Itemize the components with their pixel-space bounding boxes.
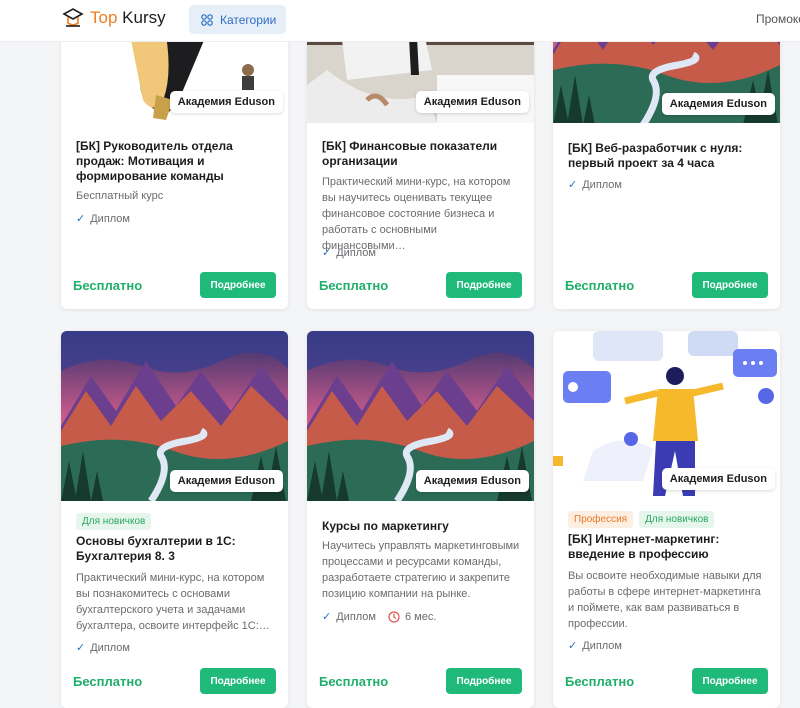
course-card[interactable]: Академия Eduson [БК] Веб-разработчик с н… <box>553 0 780 309</box>
details-button[interactable]: Подробнее <box>446 668 522 694</box>
course-meta: ✓ Диплом <box>322 246 376 260</box>
details-button[interactable]: Подробнее <box>446 272 522 298</box>
course-title[interactable]: Курсы по маркетингу <box>322 519 522 534</box>
promo-link[interactable]: Промокоды <box>756 12 800 26</box>
course-price: Бесплатно <box>565 278 635 293</box>
details-button[interactable]: Подробнее <box>692 272 768 298</box>
course-meta: ✓ Диплом <box>76 641 130 655</box>
beginner-badge: Для новичков <box>639 511 715 528</box>
graduation-cap-icon <box>62 8 84 27</box>
course-card[interactable]: Академия Eduson Курсы по маркетингу Науч… <box>307 331 534 708</box>
course-price: Бесплатно <box>319 278 389 293</box>
course-description: Бесплатный курс <box>76 190 164 202</box>
top-header: Top Kursy Категории Промокоды <box>0 0 800 42</box>
logo-top-text: Top <box>90 8 118 27</box>
course-price: Бесплатно <box>319 674 389 689</box>
provider-badge: Академия Eduson <box>415 91 529 113</box>
course-price: Бесплатно <box>73 278 143 293</box>
course-meta: ✓ Диплом <box>568 639 622 653</box>
check-icon: ✓ <box>322 611 332 623</box>
course-title[interactable]: [БК] Финансовые показатели организации <box>322 139 522 169</box>
course-price: Бесплатно <box>73 674 143 689</box>
diploma-label: Диплом <box>336 246 376 259</box>
diploma-label: Диплом <box>582 639 622 652</box>
provider-badge: Академия Eduson <box>661 93 775 115</box>
course-title[interactable]: [БК] Руководитель отдела продаж: Мотивац… <box>76 139 276 184</box>
provider-badge: Академия Eduson <box>169 470 283 492</box>
course-card[interactable]: Академия Eduson [БК] Руководитель отдела… <box>61 0 288 309</box>
clock-icon <box>388 610 400 623</box>
check-icon: ✓ <box>76 213 86 225</box>
provider-badge: Академия Eduson <box>415 470 529 492</box>
diploma-label: Диплом <box>90 212 130 225</box>
details-button[interactable]: Подробнее <box>200 272 276 298</box>
provider-badge: Академия Eduson <box>661 468 775 490</box>
profession-badge: Профессия <box>568 511 634 528</box>
check-icon: ✓ <box>568 640 578 652</box>
course-description: Практический мини-курс, на котором вы по… <box>76 572 270 632</box>
grid-icon <box>201 13 213 26</box>
details-button[interactable]: Подробнее <box>692 668 768 694</box>
course-card[interactable]: Академия Eduson Профессия Для новичков [… <box>553 331 780 708</box>
course-title[interactable]: Основы бухгалтерии в 1С: Бухгалтерия 8. … <box>76 534 276 564</box>
course-meta: ✓ Диплом <box>568 178 622 192</box>
course-title[interactable]: [БК] Интернет-маркетинг: введение в проф… <box>568 532 768 562</box>
provider-badge: Академия Eduson <box>169 91 283 113</box>
site-logo[interactable]: Top Kursy <box>62 6 166 30</box>
course-description: Практический мини-курс, на котором вы на… <box>322 176 511 252</box>
categories-label: Категории <box>220 12 277 27</box>
diploma-label: Диплом <box>582 178 622 191</box>
beginner-badge: Для новичков <box>76 513 152 530</box>
course-description: Научитесь управлять маркетинговыми проце… <box>322 540 520 600</box>
check-icon: ✓ <box>322 247 332 259</box>
course-card[interactable]: Академия Eduson [БК] Финансовые показате… <box>307 0 534 309</box>
course-meta: ✓ Диплом 6 мес. <box>322 610 437 624</box>
check-icon: ✓ <box>568 179 578 191</box>
course-card[interactable]: Академия Eduson Для новичков Основы бухг… <box>61 331 288 708</box>
check-icon: ✓ <box>76 642 86 654</box>
course-description: Вы освоите необходимые навыки для работы… <box>568 570 762 630</box>
course-meta: ✓ Диплом <box>76 212 130 226</box>
details-button[interactable]: Подробнее <box>200 668 276 694</box>
logo-kursy-text: Kursy <box>122 8 166 27</box>
course-title[interactable]: [БК] Веб-разработчик с нуля: первый прое… <box>568 141 768 171</box>
course-price: Бесплатно <box>565 674 635 689</box>
badge-list: Профессия Для новичков <box>568 511 715 528</box>
duration-label: 6 мес. <box>405 610 437 623</box>
badge-list: Для новичков <box>76 513 152 530</box>
diploma-label: Диплом <box>90 641 130 654</box>
diploma-label: Диплом <box>336 610 376 623</box>
categories-button[interactable]: Категории <box>189 5 286 34</box>
